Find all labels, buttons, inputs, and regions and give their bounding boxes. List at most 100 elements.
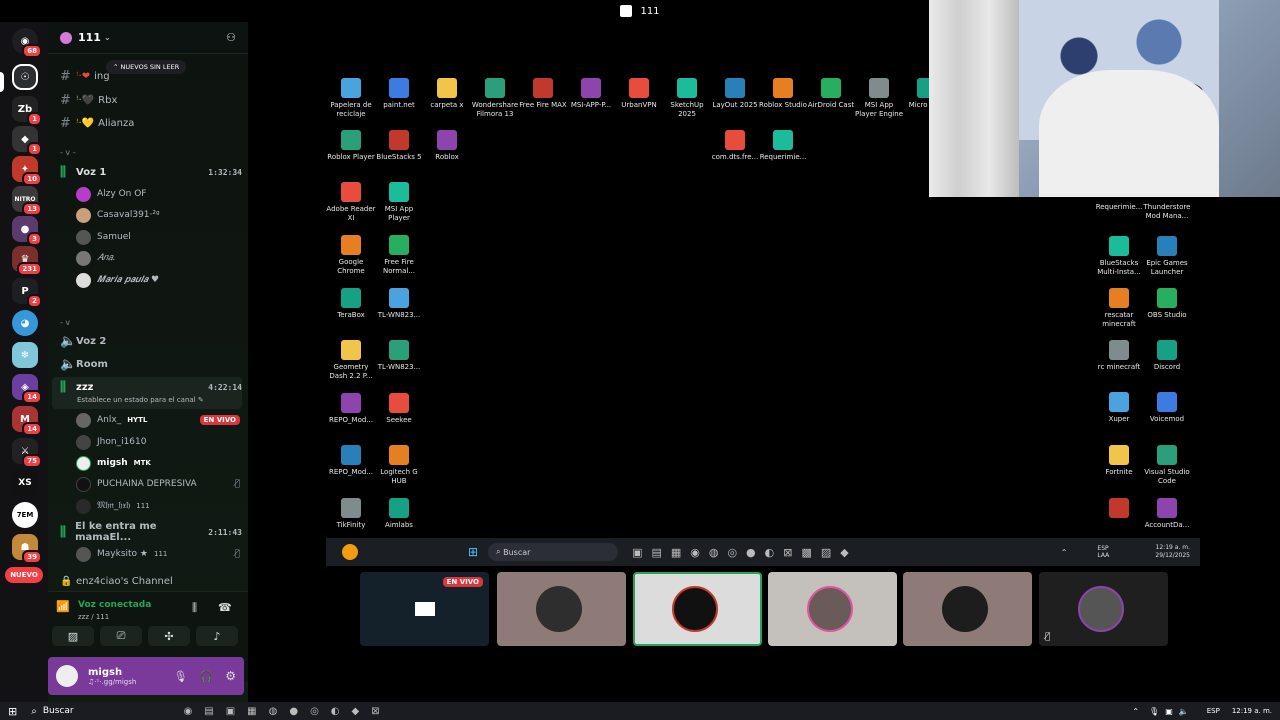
participant-tile-speaking[interactable] bbox=[633, 572, 762, 646]
avatar[interactable] bbox=[56, 665, 78, 687]
new-unread-pill[interactable]: NUEVO bbox=[5, 567, 43, 583]
server-header[interactable]: 111 ⌄ ⚇ bbox=[48, 22, 248, 54]
voice-user[interactable]: 𝐴𝑛𝑎. bbox=[76, 248, 240, 268]
participant-tile[interactable] bbox=[497, 572, 626, 646]
desktop-icon[interactable]: Visual Studio Code bbox=[1142, 445, 1192, 486]
desktop-icon[interactable]: Discord bbox=[1142, 340, 1192, 372]
discord-home-icon[interactable]: ◉ 68 bbox=[12, 28, 42, 58]
desktop-icon[interactable]: Papelera de reciclaje bbox=[326, 78, 376, 119]
desktop-icon[interactable]: Roblox bbox=[422, 130, 472, 162]
channel-alianza[interactable]: # ꜝ·💛 Alianza bbox=[52, 113, 242, 133]
desktop-icon[interactable]: Xuper bbox=[1094, 392, 1144, 424]
voice-user[interactable]: Casaval391·²ᵍ bbox=[76, 205, 240, 225]
desktop-icon[interactable]: Roblox Player bbox=[326, 130, 376, 162]
desktop-icon[interactable]: carpeta x bbox=[422, 78, 472, 110]
desktop-icon[interactable]: Voicemod bbox=[1142, 392, 1192, 424]
desktop-icon[interactable]: REPO_Mod... bbox=[326, 393, 376, 425]
desktop-icon[interactable]: Free Fire MAX bbox=[518, 78, 568, 110]
server-icon[interactable]: ✦ 10 bbox=[12, 156, 42, 186]
disconnect-icon[interactable]: ☎ bbox=[218, 601, 232, 614]
desktop-icon[interactable]: Requerimie... bbox=[758, 130, 808, 162]
desktop-icon[interactable]: MSI App Player bbox=[374, 182, 424, 223]
camera-button[interactable]: ▨ bbox=[52, 626, 94, 646]
server-icon[interactable]: ☗ 39 bbox=[12, 534, 42, 564]
desktop-icon[interactable]: Aimlabs bbox=[374, 498, 424, 530]
voice-channel-ke[interactable]: ⫼ El ke entra me mamaEl... 2:11:43 bbox=[52, 521, 242, 543]
server-icon[interactable]: ◈ 14 bbox=[12, 374, 42, 404]
voice-user[interactable]: Samuel bbox=[76, 227, 240, 247]
desktop-icon[interactable]: OBS Studio bbox=[1142, 288, 1192, 320]
server-icon[interactable]: ❄ bbox=[12, 342, 38, 368]
desktop-icon[interactable]: AirDroid Cast bbox=[806, 78, 856, 110]
voice-user[interactable]: 𝔐𝔥𝔫_𝔥𝔵𝔥 111 bbox=[76, 496, 240, 516]
server-icon[interactable]: ● 3 bbox=[12, 216, 42, 246]
voice-user[interactable]: Mayksito ★ 111 🎙̸ bbox=[76, 544, 240, 564]
clock-time[interactable]: 12:19 a. m. bbox=[1232, 707, 1272, 715]
participant-tile[interactable] bbox=[903, 572, 1032, 646]
voice-channel-zzz-header[interactable]: ⫼ zzz 4:22:14 bbox=[52, 377, 242, 397]
desktop-icon[interactable]: TL-WN823... bbox=[374, 288, 424, 320]
server-icon[interactable]: ◕ bbox=[12, 310, 38, 336]
channel-status[interactable]: Establece un estado para el canal ✎ bbox=[77, 396, 204, 404]
voice-user[interactable]: migsh MTK bbox=[76, 453, 240, 473]
noise-suppression-icon[interactable]: ⫼ bbox=[192, 601, 197, 615]
desktop-icon[interactable]: Seekee bbox=[374, 393, 424, 425]
desktop-icon[interactable]: TeraBox bbox=[326, 288, 376, 320]
desktop-icon[interactable]: AccountDa... bbox=[1142, 498, 1192, 530]
desktop-icon[interactable]: UrbanVPN bbox=[614, 78, 664, 110]
voice-channel-voz1[interactable]: ⫼ Voz 1 1:32:34 bbox=[52, 162, 242, 182]
voice-connected-sub[interactable]: zzz / 111 bbox=[78, 613, 109, 621]
add-member-icon[interactable]: ⚇ bbox=[226, 31, 236, 44]
soundboard-button[interactable]: ♪ bbox=[196, 626, 238, 646]
participant-tile[interactable] bbox=[768, 572, 897, 646]
server-icon[interactable]: ◆ 1 bbox=[12, 126, 42, 156]
activities-button[interactable]: ✣ bbox=[148, 626, 190, 646]
channel-ing[interactable]: # ꜝ·❤ ing bbox=[52, 66, 242, 86]
voice-user[interactable]: Alzy On OF bbox=[76, 184, 240, 204]
webcam-feed[interactable] bbox=[929, 0, 1280, 197]
gear-icon[interactable]: ⚙ bbox=[225, 669, 236, 683]
screen-share-button[interactable]: ⎚ bbox=[100, 626, 142, 646]
tray-lang[interactable]: ESP bbox=[1207, 707, 1220, 715]
desktop-icon[interactable]: rescatar minecraft bbox=[1094, 288, 1144, 329]
desktop-icon[interactable] bbox=[1094, 498, 1144, 521]
server-111-icon[interactable]: ☉ bbox=[12, 64, 38, 90]
desktop-icon[interactable]: BlueStacks 5 bbox=[374, 130, 424, 162]
desktop-icon[interactable]: Fortnite bbox=[1094, 445, 1144, 477]
voice-channel-enz[interactable]: 🔒 enz4ciao's Channel bbox=[52, 571, 242, 591]
desktop-icon[interactable]: paint.net bbox=[374, 78, 424, 110]
voice-connected-title[interactable]: Voz conectada bbox=[78, 600, 151, 610]
desktop-icon[interactable]: Adobe Reader XI bbox=[326, 182, 376, 223]
taskbar-search[interactable]: Buscar bbox=[43, 706, 74, 716]
desktop-icon[interactable]: SketchUp 2025 bbox=[662, 78, 712, 119]
voice-channel-voz2[interactable]: 🔈 Voz 2 bbox=[52, 331, 242, 351]
server-icon[interactable]: ⚔ 75 bbox=[12, 438, 42, 468]
desktop-icon[interactable]: Geometry Dash 2.2 P... bbox=[326, 340, 376, 381]
user-name[interactable]: migsh bbox=[88, 667, 136, 678]
mic-icon[interactable]: 🎙 bbox=[174, 670, 188, 683]
desktop-icon[interactable]: MSI-APP-P... bbox=[566, 78, 616, 110]
desktop-icon[interactable]: Roblox Studio bbox=[758, 78, 808, 110]
participant-tile[interactable]: 🎙̸ bbox=[1039, 572, 1168, 646]
server-icon[interactable]: ♛ 231 bbox=[12, 246, 42, 276]
desktop-icon[interactable]: Epic Games Launcher bbox=[1142, 236, 1192, 277]
tray-chevron-icon[interactable]: ⌃ bbox=[1132, 707, 1139, 716]
voice-user[interactable]: Jhon_i1610 bbox=[76, 432, 240, 452]
desktop-icon[interactable]: MSI App Player Engine bbox=[854, 78, 904, 119]
server-icon[interactable]: M 14 bbox=[12, 406, 42, 436]
desktop-icon[interactable]: com.dts.fre... bbox=[710, 130, 760, 162]
voice-channel-room[interactable]: 🔈 Room bbox=[52, 354, 242, 374]
desktop-icon[interactable]: LayOut 2025 bbox=[710, 78, 760, 110]
voice-user[interactable]: Anlx_ HYTL EN VIVO bbox=[76, 410, 240, 430]
server-icon[interactable]: Zb 1 bbox=[12, 96, 42, 126]
category-collapse[interactable]: - v bbox=[60, 318, 70, 327]
desktop-icon[interactable]: rc minecraft bbox=[1094, 340, 1144, 372]
headphones-icon[interactable]: 🎧 bbox=[200, 670, 214, 683]
voice-user[interactable]: 𝑴𝒂𝒓𝒊𝒂 𝒑𝒂𝒖𝒍𝒂 ♥ bbox=[76, 270, 240, 290]
server-icon[interactable]: 7EM bbox=[12, 502, 38, 528]
desktop-icon[interactable]: Google Chrome bbox=[326, 235, 376, 276]
stream-tile[interactable]: EN VIVO bbox=[360, 572, 489, 646]
desktop-icon[interactable]: REPO_Mod... bbox=[326, 445, 376, 477]
desktop-icon[interactable]: TL-WN823... bbox=[374, 340, 424, 372]
server-icon[interactable]: P2 bbox=[12, 278, 42, 308]
